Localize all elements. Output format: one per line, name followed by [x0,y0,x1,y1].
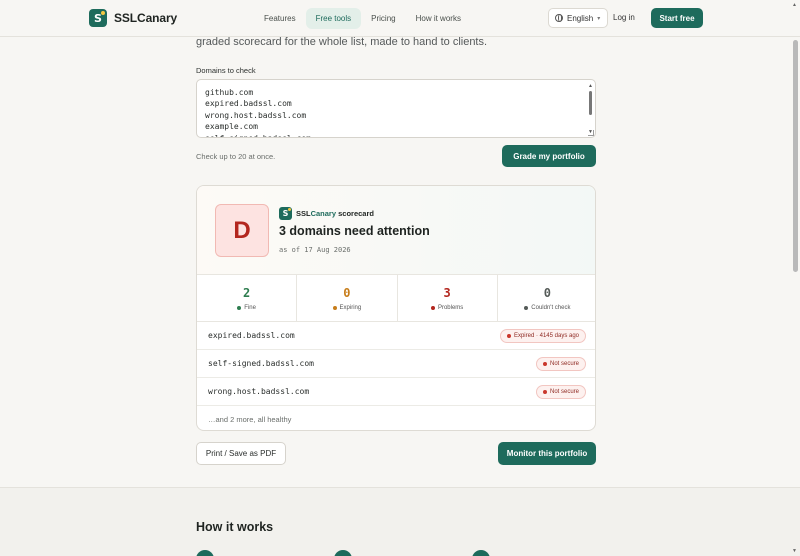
status-badge: Not secure [535,384,586,399]
domains-textarea[interactable]: github.com expired.badssl.com wrong.host… [196,79,596,138]
limit-hint: Check up to 20 at once. [196,152,276,161]
healthy-summary: …and 2 more, all healthy [208,414,292,424]
stat-problems: 3 Problems [398,275,498,321]
alert-dot-icon [542,389,547,394]
scorecard-brand: S SSLCanary scorecard [279,207,374,220]
stat-label: Expiring [339,304,362,311]
alert-dot-icon [542,361,547,366]
stat-value: 3 [443,285,451,300]
brand-name: SSLCanary [114,11,178,25]
stat-fine: 2 Fine [197,275,298,321]
grade-portfolio-button[interactable]: Grade my portfolio [502,145,596,167]
start-free-button[interactable]: Start free [651,8,703,28]
scorecard-brand-text: SSLCanary scorecard [296,209,374,218]
domains-field-label: Domains to check [196,66,256,75]
chevron-down-icon: ▾ [597,15,601,22]
sslcanary-logo-icon: S [89,9,107,27]
step-number-icon [196,550,214,556]
stat-value: 0 [343,285,351,300]
how-it-works-section: How it works [0,487,800,556]
textarea-scrollbar[interactable]: ▲ ▼ [588,83,593,135]
resize-handle-icon[interactable] [588,130,594,136]
globe-icon [555,14,563,22]
scrollbar-thumb[interactable] [589,91,592,115]
scroll-up-icon[interactable]: ▲ [588,83,593,89]
scorecard-date: as of 17 Aug 2026 [279,246,351,254]
top-navigation-bar: S SSLCanary Features Free tools Pricing … [0,0,800,37]
page-scroll-up-icon[interactable]: ▲ [792,2,797,8]
stat-expiring: 0 Expiring [297,275,398,321]
scorecard-headline: 3 domains need attention [279,224,430,238]
step-number-icon [334,550,352,556]
nav-how-it-works[interactable]: How it works [406,8,471,29]
nav-features[interactable]: Features [254,8,306,29]
page-scroll-down-icon[interactable]: ▼ [792,548,797,554]
scorecard-header: D S SSLCanary scorecard 3 domains need a… [197,186,595,275]
list-item: expired.badssl.com Expired · 4145 days a… [197,322,595,350]
stat-label: Fine [244,304,256,311]
domain-name: expired.badssl.com [208,331,295,340]
list-item: wrong.host.badssl.com Not secure [197,378,595,406]
stat-value: 2 [243,285,251,300]
status-dot-icon [237,305,242,310]
domains-textarea-value: github.com expired.badssl.com wrong.host… [205,88,311,137]
list-item: self-signed.badssl.com Not secure [197,350,595,378]
section-title: How it works [196,520,274,534]
stat-label: Problems [437,304,464,311]
status-dot-icon [332,305,337,310]
grade-letter: D [215,204,269,257]
status-badge: Expired · 4145 days ago [499,328,586,343]
scorecard: D S SSLCanary scorecard 3 domains need a… [196,185,596,431]
login-link[interactable]: Log in [613,13,635,22]
sslcanary-logo-icon: S [279,207,292,220]
step-number-icon [472,550,490,556]
stat-value: 0 [543,285,551,300]
domain-name: self-signed.badssl.com [208,359,314,368]
alert-dot-icon [506,333,511,338]
language-label: English [567,13,594,23]
nav-pricing[interactable]: Pricing [361,8,405,29]
domain-name: wrong.host.badssl.com [208,387,310,396]
page-scrollbar-thumb[interactable] [793,40,798,272]
status-badge: Not secure [535,356,586,371]
stat-couldnt-check: 0 Couldn't check [498,275,595,321]
hero-subtitle: graded scorecard for the whole list, mad… [196,36,488,48]
stat-label: Couldn't check [531,304,571,311]
problem-domain-list: expired.badssl.com Expired · 4145 days a… [197,322,595,430]
status-dot-icon [524,305,529,310]
brand-logo[interactable]: S SSLCanary [89,9,177,27]
status-dot-icon [430,305,435,310]
main-nav: Features Free tools Pricing How it works [254,8,471,29]
stats-row: 2 Fine 0 Expiring 3 Problems 0 Couldn't … [197,275,595,322]
print-save-pdf-button[interactable]: Print / Save as PDF [196,442,286,465]
monitor-portfolio-button[interactable]: Monitor this portfolio [498,442,596,465]
language-selector[interactable]: English ▾ [548,8,608,28]
nav-free-tools[interactable]: Free tools [305,8,362,29]
